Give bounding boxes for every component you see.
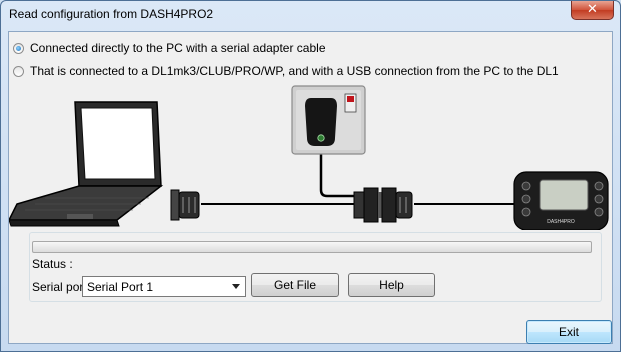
serial-port-label: Serial port [32,280,87,294]
adapter-connectors-icon [353,187,413,223]
dialog-body: Connected directly to the PC with a seri… [8,31,613,344]
option-serial-direct-label[interactable]: Connected directly to the PC with a seri… [30,41,326,55]
radio-serial-direct[interactable] [13,42,24,54]
serial-port-value: Serial Port 1 [87,280,154,294]
option-serial-direct[interactable]: Connected directly to the PC with a seri… [13,41,326,55]
get-file-button[interactable]: Get File [251,273,339,297]
laptop-icon [9,101,164,227]
title-bar[interactable]: Read configuration from DASH4PRO2 ✕ [1,1,620,29]
connection-diagram: DASH4PRO [9,85,609,230]
window-title: Read configuration from DASH4PRO2 [9,7,214,21]
device-brand: DASH4PRO [547,219,575,225]
dialog-window: Read configuration from DASH4PRO2 ✕ Conn… [0,0,621,352]
close-button[interactable]: ✕ [571,1,614,20]
dash-display-icon: DASH4PRO [513,171,609,230]
progress-bar [32,241,592,253]
status-label: Status : [32,257,73,271]
serial-connector-icon [170,189,200,221]
power-adapter-icon [291,85,366,155]
exit-button[interactable]: Exit [526,320,612,344]
option-via-dl1[interactable]: That is connected to a DL1mk3/CLUB/PRO/W… [13,64,559,78]
option-via-dl1-label[interactable]: That is connected to a DL1mk3/CLUB/PRO/W… [30,64,559,78]
close-icon: ✕ [587,2,598,17]
help-button[interactable]: Help [348,273,435,297]
radio-via-dl1[interactable] [13,65,24,77]
chevron-down-icon[interactable] [232,284,240,289]
serial-port-select[interactable]: Serial Port 1 [82,276,246,297]
